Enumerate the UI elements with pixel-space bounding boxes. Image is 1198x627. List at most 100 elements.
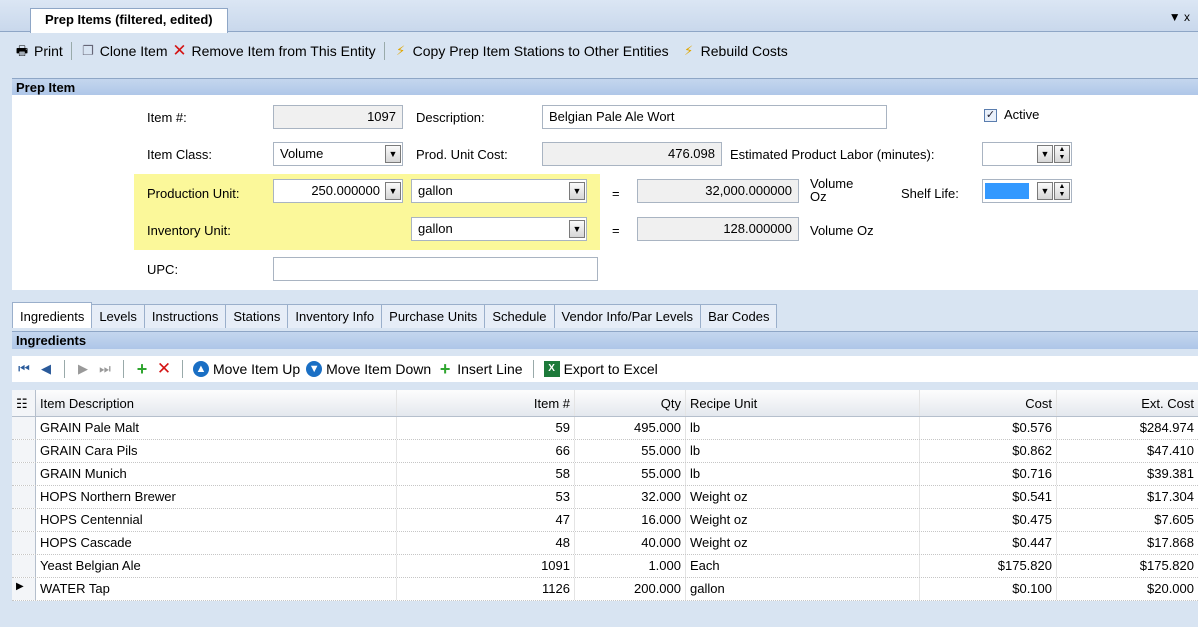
inventory-converted-field[interactable]: 128.000000 [637,217,799,241]
add-row-icon[interactable]: + [134,360,150,378]
previous-record-icon[interactable]: ◀ [38,361,54,377]
cell-ext-cost[interactable]: $17.868 [1057,532,1198,554]
cell-item-no[interactable]: 1091 [397,555,575,577]
spinner-arrows-icon[interactable]: ▲ ▼ [1054,182,1070,200]
cell-qty[interactable]: 55.000 [575,440,686,462]
row-selector[interactable] [12,440,36,462]
tab-schedule[interactable]: Schedule [484,304,555,328]
row-selector[interactable] [12,486,36,508]
cell-recipe-unit[interactable]: lb [686,463,920,485]
cell-cost[interactable]: $0.541 [920,486,1057,508]
inventory-unit-select[interactable]: gallon ▼ [411,217,587,241]
cell-ext-cost[interactable]: $175.820 [1057,555,1198,577]
cell-description[interactable]: WATER Tap [36,578,397,600]
production-converted-field[interactable]: 32,000.000000 [637,179,799,203]
table-row[interactable]: HOPS Centennial 47 16.000 Weight oz $0.4… [12,509,1198,532]
insert-line-button[interactable]: + Insert Line [437,360,523,378]
chevron-down-icon[interactable]: ▼ [569,182,585,200]
rebuild-costs-button[interactable]: ⚡ Rebuild Costs [681,43,788,59]
cell-cost[interactable]: $0.576 [920,417,1057,439]
col-qty[interactable]: Qty [575,390,686,416]
spinner-arrows-icon[interactable]: ▲ ▼ [1054,145,1070,163]
production-qty-select[interactable]: 250.000000 ▼ [273,179,403,203]
cell-recipe-unit[interactable]: gallon [686,578,920,600]
table-row[interactable]: Yeast Belgian Ale 1091 1.000 Each $175.8… [12,555,1198,578]
prod-unit-cost-field[interactable]: 476.098 [542,142,722,166]
cell-recipe-unit[interactable]: Each [686,555,920,577]
cell-item-no[interactable]: 53 [397,486,575,508]
tab-purchase-units[interactable]: Purchase Units [381,304,486,328]
cell-description[interactable]: GRAIN Cara Pils [36,440,397,462]
item-no-field[interactable]: 1097 [273,105,403,129]
upc-field[interactable] [273,257,598,281]
cell-recipe-unit[interactable]: Weight oz [686,486,920,508]
cell-item-no[interactable]: 59 [397,417,575,439]
tab-ingredients[interactable]: Ingredients [12,302,93,328]
row-selector[interactable] [12,417,36,439]
labor-spinner[interactable]: ▼ ▲ ▼ [982,142,1072,166]
tab-bar-codes[interactable]: Bar Codes [700,304,778,328]
cell-ext-cost[interactable]: $47.410 [1057,440,1198,462]
tab-instructions[interactable]: Instructions [143,304,227,328]
cell-qty[interactable]: 495.000 [575,417,686,439]
item-class-select[interactable]: Volume ▼ [273,142,403,166]
move-item-down-button[interactable]: ▼ Move Item Down [306,361,431,377]
cell-cost[interactable]: $0.862 [920,440,1057,462]
cell-qty[interactable]: 200.000 [575,578,686,600]
col-recipe-unit[interactable]: Recipe Unit [686,390,920,416]
cell-recipe-unit[interactable]: lb [686,417,920,439]
cell-ext-cost[interactable]: $39.381 [1057,463,1198,485]
print-button[interactable]: 🖶 Print [14,43,63,59]
cell-recipe-unit[interactable]: Weight oz [686,532,920,554]
column-chooser-icon[interactable]: ☷ [12,390,36,416]
cell-cost[interactable]: $0.716 [920,463,1057,485]
cell-description[interactable]: GRAIN Munich [36,463,397,485]
row-selector[interactable] [12,509,36,531]
col-item-description[interactable]: Item Description [36,390,397,416]
production-unit-select[interactable]: gallon ▼ [411,179,587,203]
description-field[interactable]: Belgian Pale Ale Wort [542,105,887,129]
cell-qty[interactable]: 55.000 [575,463,686,485]
tab-vendor-info[interactable]: Vendor Info/Par Levels [553,304,702,328]
cell-item-no[interactable]: 48 [397,532,575,554]
active-checkbox[interactable]: ✓ [984,109,997,122]
col-cost[interactable]: Cost [920,390,1057,416]
first-record-icon[interactable]: ⏮ [16,361,32,377]
cell-qty[interactable]: 16.000 [575,509,686,531]
cell-ext-cost[interactable]: $7.605 [1057,509,1198,531]
cell-qty[interactable]: 1.000 [575,555,686,577]
shelf-life-spinner[interactable]: ▼ ▲ ▼ [982,179,1072,203]
table-row[interactable]: ▶ WATER Tap 1126 200.000 gallon $0.100 $… [12,578,1198,601]
chevron-down-icon[interactable]: ▼ [1037,145,1053,163]
move-item-up-button[interactable]: ▲ Move Item Up [193,361,300,377]
cell-qty[interactable]: 32.000 [575,486,686,508]
last-record-icon[interactable]: ⏭ [97,361,113,377]
cell-description[interactable]: HOPS Centennial [36,509,397,531]
tab-prep-items[interactable]: Prep Items (filtered, edited) [30,8,228,33]
col-item-no[interactable]: Item # [397,390,575,416]
table-row[interactable]: GRAIN Pale Malt 59 495.000 lb $0.576 $28… [12,417,1198,440]
tab-menu-button[interactable]: ▼ x [1169,10,1190,24]
table-row[interactable]: HOPS Cascade 48 40.000 Weight oz $0.447 … [12,532,1198,555]
next-record-icon[interactable]: ▶ [75,361,91,377]
cell-description[interactable]: HOPS Northern Brewer [36,486,397,508]
tab-stations[interactable]: Stations [225,304,289,328]
table-row[interactable]: GRAIN Munich 58 55.000 lb $0.716 $39.381 [12,463,1198,486]
remove-item-button[interactable]: ✕ Remove Item from This Entity [172,42,375,59]
col-ext-cost[interactable]: Ext. Cost [1057,390,1198,416]
chevron-down-icon[interactable]: ▼ [385,182,401,200]
clone-item-button[interactable]: ❐ Clone Item [80,43,168,59]
row-selector[interactable] [12,463,36,485]
cell-recipe-unit[interactable]: lb [686,440,920,462]
cell-description[interactable]: Yeast Belgian Ale [36,555,397,577]
cell-cost[interactable]: $0.100 [920,578,1057,600]
copy-stations-button[interactable]: ⚡ Copy Prep Item Stations to Other Entit… [393,43,669,59]
cell-cost[interactable]: $0.475 [920,509,1057,531]
delete-row-icon[interactable]: ✕ [156,360,172,377]
cell-cost[interactable]: $0.447 [920,532,1057,554]
table-row[interactable]: GRAIN Cara Pils 66 55.000 lb $0.862 $47.… [12,440,1198,463]
chevron-down-icon[interactable]: ▼ [385,145,401,163]
cell-description[interactable]: GRAIN Pale Malt [36,417,397,439]
chevron-down-icon[interactable]: ▼ [1037,182,1053,200]
cell-qty[interactable]: 40.000 [575,532,686,554]
